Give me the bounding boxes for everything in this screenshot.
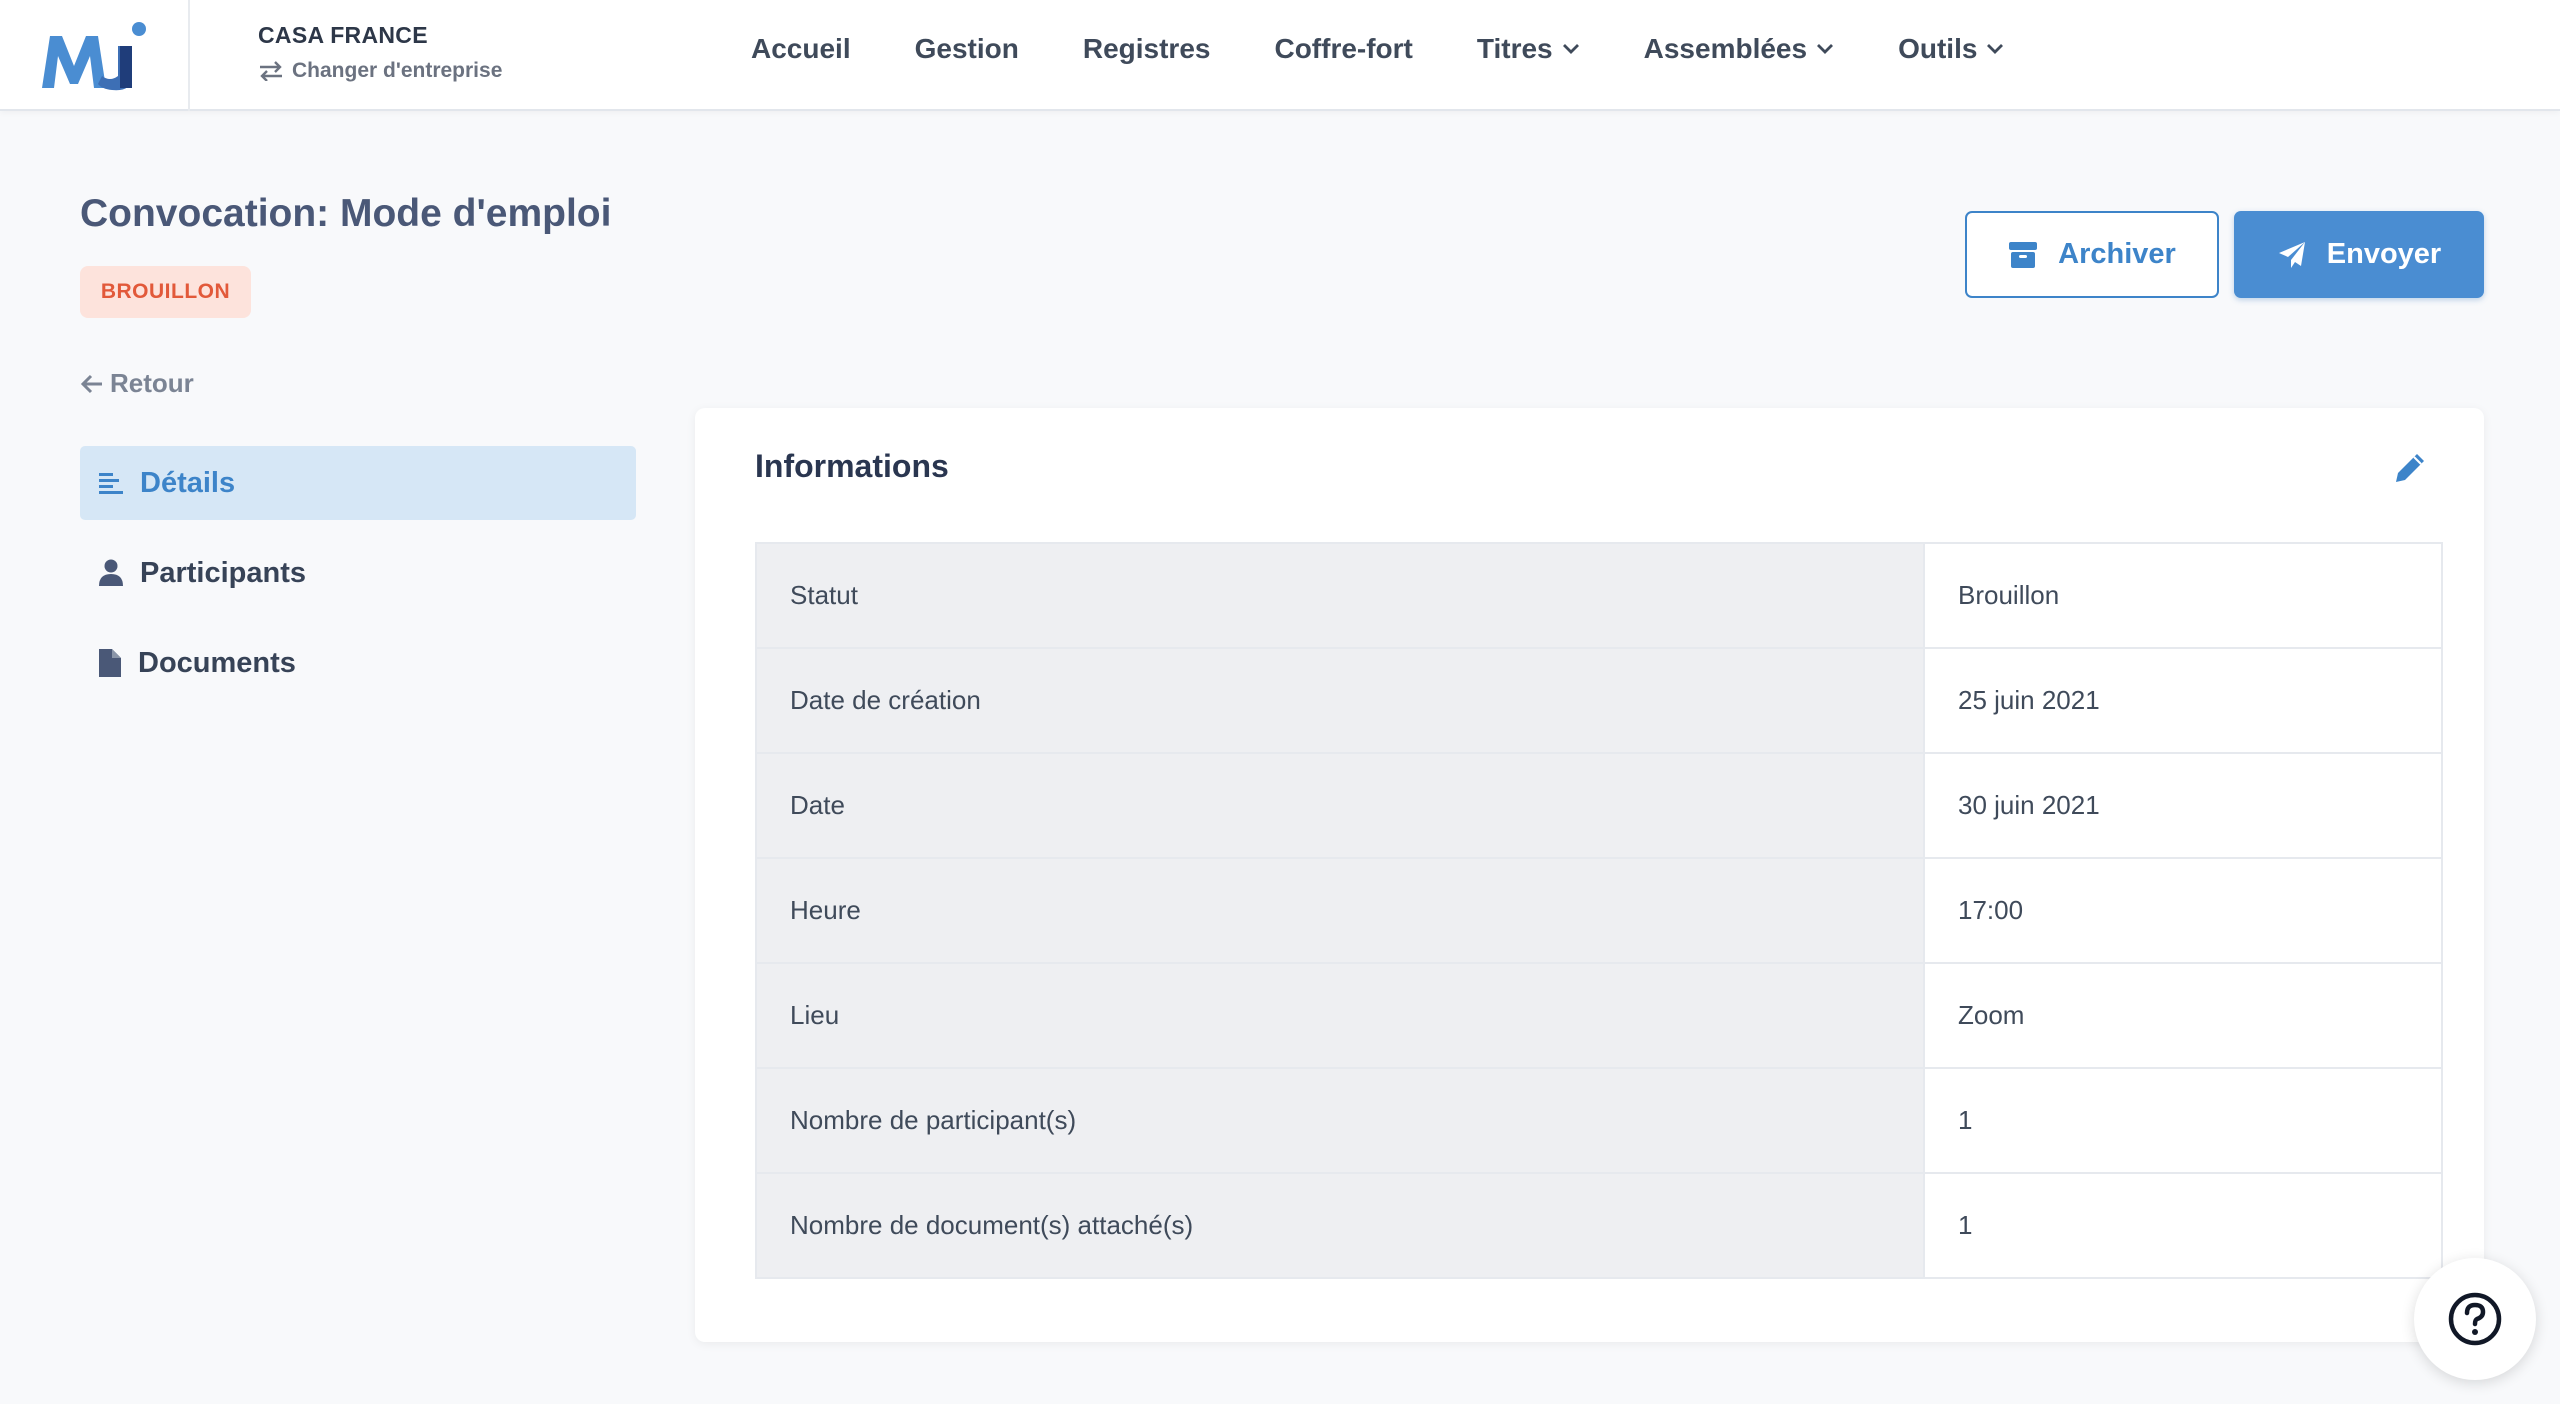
page-title: Convocation: Mode d'emploi	[80, 192, 612, 235]
side-item-label: Détails	[140, 466, 236, 499]
side-item-details[interactable]: Détails	[80, 446, 636, 520]
nav-assemblies-dropdown[interactable]: Assemblées	[1644, 33, 1834, 65]
back-link-label: Retour	[110, 368, 194, 398]
side-item-participants[interactable]: Participants	[80, 536, 636, 610]
table-row: Nombre de document(s) attaché(s) 1	[756, 1173, 2442, 1278]
nav-assemblies-label: Assemblées	[1643, 33, 1808, 64]
file-icon	[99, 649, 121, 677]
archive-box-icon	[2009, 241, 2038, 268]
help-button[interactable]	[2414, 1258, 2536, 1380]
main-nav: Accueil Gestion Registres Coffre-fort Ti…	[751, 33, 2068, 65]
archive-button[interactable]: Archiver	[1965, 211, 2219, 298]
company-switcher: CASA FRANCE Changer d'entreprise	[258, 22, 502, 83]
row-key: Nombre de document(s) attaché(s)	[756, 1173, 1925, 1278]
nav-registers-label: Registres	[1082, 33, 1211, 64]
chevron-down-icon	[1987, 44, 2004, 54]
send-button[interactable]: Envoyer	[2234, 211, 2484, 298]
row-value: 1	[1924, 1068, 2442, 1174]
chevron-down-icon	[1817, 44, 1834, 54]
side-item-label: Documents	[138, 646, 296, 679]
top-navigation-bar: CASA FRANCE Changer d'entreprise Accueil…	[0, 0, 2560, 111]
row-key: Date de création	[756, 648, 1925, 754]
switch-company-link[interactable]: Changer d'entreprise	[258, 59, 502, 83]
company-name: CASA FRANCE	[258, 22, 428, 48]
row-key: Statut	[756, 543, 1925, 649]
nav-safe[interactable]: Coffre-fort	[1274, 33, 1412, 65]
edit-button[interactable]	[2393, 451, 2427, 490]
row-key: Date	[756, 753, 1925, 859]
pencil-icon	[2396, 454, 2424, 482]
arrow-left-icon	[80, 374, 102, 393]
chevron-down-icon	[1562, 44, 1579, 54]
side-item-label: Participants	[140, 556, 306, 589]
swap-arrows-icon	[260, 61, 282, 81]
row-value: 25 juin 2021	[1924, 648, 2442, 754]
table-row: Heure 17:00	[756, 858, 2442, 964]
row-value: Brouillon	[1924, 543, 2442, 649]
switch-company-label: Changer d'entreprise	[292, 59, 503, 82]
table-row: Lieu Zoom	[756, 963, 2442, 1069]
row-key: Nombre de participant(s)	[756, 1068, 1925, 1174]
row-value: Zoom	[1924, 963, 2442, 1069]
nav-tools-label: Outils	[1898, 33, 1978, 64]
information-card: Informations Statut Brouillon Date de cr…	[695, 408, 2484, 1342]
table-row: Statut Brouillon	[756, 543, 2442, 649]
side-item-documents[interactable]: Documents	[80, 626, 636, 700]
nav-home-label: Accueil	[751, 33, 851, 64]
side-menu: Détails Participants Documents	[80, 446, 636, 716]
nav-safe-label: Coffre-fort	[1274, 33, 1413, 64]
row-key: Lieu	[756, 963, 1925, 1069]
back-link[interactable]: Retour	[80, 368, 194, 399]
question-circle-icon	[2448, 1292, 2502, 1346]
card-title: Informations	[755, 448, 949, 484]
row-value: 30 juin 2021	[1924, 753, 2442, 859]
user-icon	[99, 559, 123, 586]
nav-titles-dropdown[interactable]: Titres	[1477, 33, 1580, 65]
nav-management-label: Gestion	[914, 33, 1019, 64]
nav-management[interactable]: Gestion	[915, 33, 1019, 65]
align-left-icon	[99, 473, 123, 494]
row-value: 1	[1924, 1173, 2442, 1278]
row-key: Heure	[756, 858, 1925, 964]
logo	[42, 22, 146, 91]
send-button-label: Envoyer	[2326, 238, 2442, 270]
nav-tools-dropdown[interactable]: Outils	[1898, 33, 2004, 65]
nav-titles-label: Titres	[1476, 33, 1553, 64]
information-table: Statut Brouillon Date de création 25 jui…	[755, 542, 2443, 1279]
archive-button-label: Archiver	[2058, 238, 2176, 270]
nav-registers[interactable]: Registres	[1083, 33, 1211, 65]
status-badge: BROUILLON	[80, 266, 251, 318]
table-row: Date 30 juin 2021	[756, 753, 2442, 859]
paper-plane-icon	[2278, 241, 2305, 268]
row-value: 17:00	[1924, 858, 2442, 964]
logo-container[interactable]	[0, 0, 190, 111]
table-row: Date de création 25 juin 2021	[756, 648, 2442, 754]
nav-home[interactable]: Accueil	[751, 33, 851, 65]
table-row: Nombre de participant(s) 1	[756, 1068, 2442, 1174]
